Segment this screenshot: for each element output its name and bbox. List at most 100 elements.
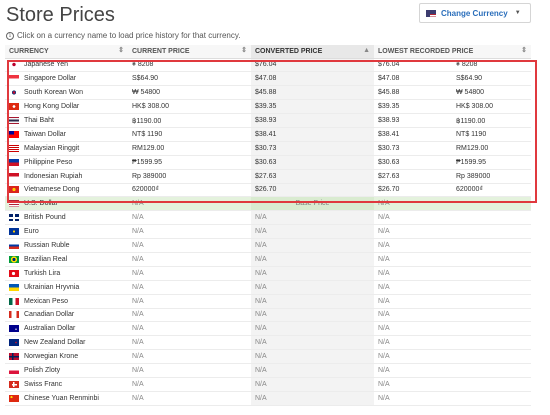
currency-cell[interactable]: South Korean Won — [9, 89, 124, 97]
lowest-price-local: S$64.90 — [452, 71, 532, 87]
header-lowest-recorded-price[interactable]: LOWEST RECORDED PRICE ⇕ — [374, 45, 532, 59]
currency-cell[interactable]: Hong Kong Dollar — [9, 103, 124, 111]
currency-name[interactable]: Euro — [24, 228, 39, 235]
currency-name[interactable]: Mexican Peso — [24, 298, 68, 305]
table-row: Indonesian Rupiah Rp 389000 $27.63 $27.63 Rp… — [5, 169, 532, 184]
currency-name[interactable]: Taiwan Dollar — [24, 131, 66, 138]
currency-name[interactable]: Canadian Dollar — [24, 311, 74, 318]
currency-cell[interactable]: Singapore Dollar — [9, 75, 124, 83]
currency-name[interactable]: Indonesian Rupiah — [24, 173, 82, 180]
converted-price: N/A — [251, 308, 374, 323]
table-row: Ukrainian Hryvnia N/A N/A N/A — [5, 280, 532, 295]
currency-name[interactable]: Polish Zloty — [24, 367, 60, 374]
currency-name[interactable]: Japanese Yen — [24, 61, 68, 68]
currency-name[interactable]: Hong Kong Dollar — [24, 103, 79, 110]
page-title: Store Prices — [6, 4, 115, 26]
table-row: Canadian Dollar N/A N/A N/A — [5, 308, 532, 323]
currency-name[interactable]: British Pound — [24, 214, 66, 221]
converted-price: N/A — [251, 349, 374, 365]
currency-name[interactable]: South Korean Won — [24, 89, 83, 96]
lowest-price-usd: $30.73 — [374, 141, 452, 156]
currency-cell[interactable]: Turkish Lira — [9, 269, 124, 277]
lowest-price-usd: $47.08 — [374, 71, 452, 87]
lowest-price-usd: N/A — [374, 391, 452, 406]
current-price: NT$ 1190 — [128, 127, 251, 142]
currency-cell[interactable]: Swiss Franc — [9, 380, 124, 388]
currency-cell[interactable]: Brazilian Real — [9, 255, 124, 263]
lowest-price-usd: $76.04 — [374, 58, 452, 73]
info-text: Click on a currency name to load price h… — [17, 31, 241, 40]
current-price: N/A — [128, 391, 251, 406]
kr-flag-icon — [9, 89, 19, 97]
currency-name[interactable]: Brazilian Real — [24, 256, 67, 263]
currency-name[interactable]: Vietnamese Dong — [24, 186, 80, 193]
currency-cell[interactable]: Mexican Peso — [9, 297, 124, 305]
current-price: N/A — [128, 280, 251, 295]
converted-price: N/A — [251, 321, 374, 337]
currency-cell[interactable]: Euro — [9, 228, 124, 236]
currency-name[interactable]: Ukrainian Hryvnia — [24, 284, 79, 291]
lowest-price-local — [452, 377, 532, 392]
header-converted-price[interactable]: CONVERTED PRICE ▲ — [251, 45, 374, 59]
currency-cell[interactable]: Polish Zloty — [9, 367, 124, 375]
us-flag-icon — [426, 9, 436, 17]
currency-cell[interactable]: Taiwan Dollar — [9, 130, 124, 138]
lowest-price-usd: N/A — [374, 349, 452, 365]
currency-name[interactable]: Philippine Peso — [24, 159, 72, 166]
current-price: N/A — [128, 266, 251, 281]
currency-cell[interactable]: Russian Ruble — [9, 242, 124, 250]
currency-cell[interactable]: Indonesian Rupiah — [9, 172, 124, 180]
currency-cell[interactable]: U.S. Dollar — [9, 200, 124, 208]
currency-cell[interactable]: Norwegian Krone — [9, 353, 124, 361]
currency-name[interactable]: Turkish Lira — [24, 270, 60, 277]
currency-name[interactable]: Australian Dollar — [24, 325, 75, 332]
current-price: ₩ 54800 — [128, 85, 251, 101]
currency-name[interactable]: Singapore Dollar — [24, 75, 76, 82]
ca-flag-icon — [9, 311, 19, 319]
current-price: N/A — [128, 210, 251, 226]
currency-cell[interactable]: Canadian Dollar — [9, 311, 124, 319]
converted-price: $45.88 — [251, 85, 374, 101]
lowest-price-usd: N/A — [374, 377, 452, 392]
currency-cell[interactable]: Thai Baht — [9, 117, 124, 124]
lowest-price-local: ₩ 54800 — [452, 85, 532, 101]
currency-cell[interactable]: Philippine Peso — [9, 158, 124, 166]
currency-name[interactable]: Thai Baht — [24, 117, 54, 124]
currency-cell[interactable]: Vietnamese Dong — [9, 186, 124, 194]
lowest-price-usd: $39.35 — [374, 99, 452, 115]
currency-name[interactable]: Chinese Yuan Renminbi — [24, 395, 99, 402]
currency-cell[interactable]: Australian Dollar — [9, 325, 124, 333]
currency-cell[interactable]: Chinese Yuan Renminbi — [9, 394, 124, 402]
sort-icon: ⇕ — [118, 47, 124, 54]
currency-cell[interactable]: Malaysian Ringgit — [9, 144, 124, 152]
converted-price: $38.41 — [251, 127, 374, 142]
currency-name[interactable]: Swiss Franc — [24, 381, 62, 388]
lowest-price-local: RM129.00 — [452, 141, 532, 156]
lowest-price-usd: N/A — [374, 252, 452, 267]
currency-name[interactable]: Norwegian Krone — [24, 353, 78, 360]
table-row: Turkish Lira N/A N/A N/A — [5, 266, 532, 281]
converted-price: N/A — [251, 252, 374, 267]
currency-name[interactable]: New Zealand Dollar — [24, 339, 85, 346]
header-current-price[interactable]: CURRENT PRICE ⇕ — [128, 45, 251, 59]
info-icon: i — [6, 31, 14, 40]
currency-cell[interactable]: New Zealand Dollar — [9, 339, 124, 347]
us-flag-icon — [9, 200, 19, 208]
lowest-price-usd: $45.88 — [374, 85, 452, 101]
ch-flag-icon — [9, 380, 19, 388]
lowest-price-local — [452, 196, 532, 212]
sort-icon: ⇕ — [521, 47, 528, 54]
currency-cell[interactable]: Ukrainian Hryvnia — [9, 283, 124, 291]
currency-name[interactable]: Malaysian Ringgit — [24, 145, 79, 152]
caret-down-icon: ▼ — [514, 10, 521, 16]
currency-cell[interactable]: British Pound — [9, 214, 124, 222]
lowest-price-usd: N/A — [374, 363, 452, 378]
converted-price: N/A — [251, 377, 374, 392]
current-price: RM129.00 — [128, 141, 251, 156]
currency-name[interactable]: U.S. Dollar — [24, 200, 58, 207]
currency-name[interactable]: Russian Ruble — [24, 242, 70, 249]
change-currency-button[interactable]: Change Currency ▼ — [419, 3, 531, 23]
converted-price: $30.63 — [251, 155, 374, 170]
currency-cell[interactable]: Japanese Yen — [9, 61, 124, 69]
header-currency[interactable]: CURRENCY ⇕ — [5, 45, 128, 59]
